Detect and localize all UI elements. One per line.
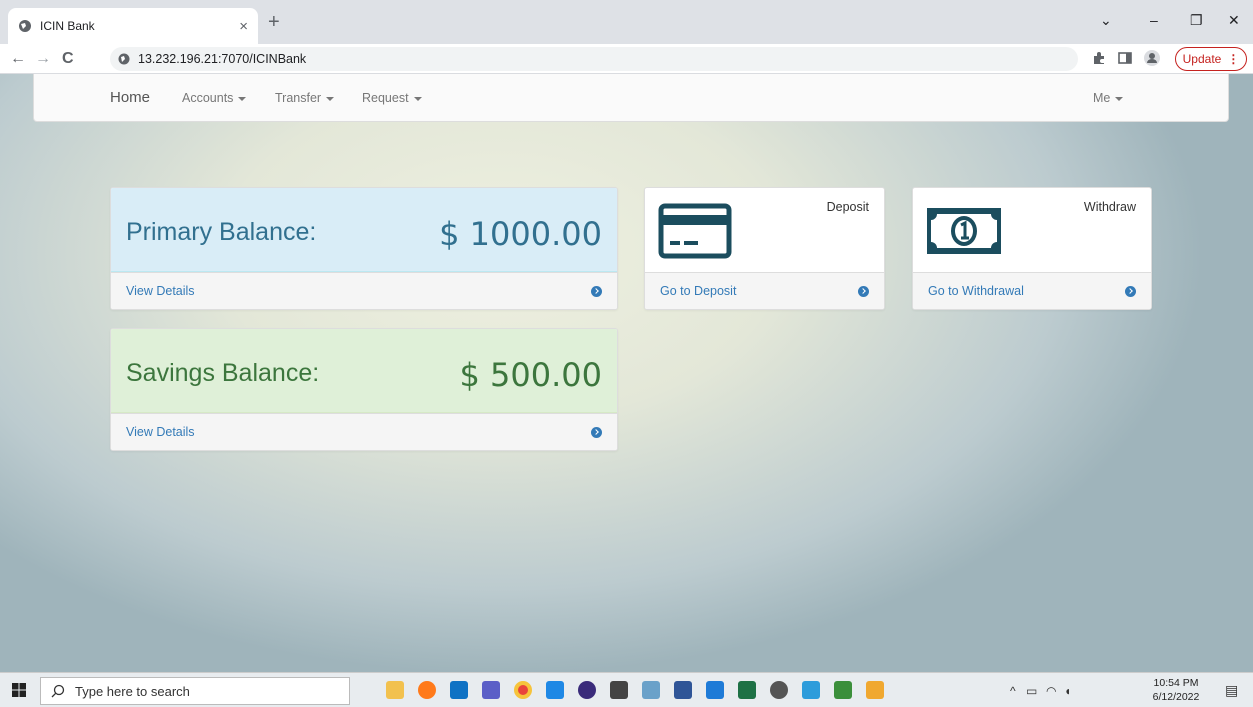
savings-balance-amount: $ 500.00	[459, 356, 603, 394]
primary-balance-panel: Primary Balance: $ 1000.00 View Details	[110, 187, 618, 310]
file-explorer-icon[interactable]	[386, 681, 404, 699]
caret-down-icon	[413, 96, 422, 101]
nav-me-label: Me	[1093, 91, 1111, 105]
settings-gear-icon[interactable]	[770, 681, 788, 699]
firefox-icon[interactable]	[418, 681, 436, 699]
teams-icon[interactable]	[482, 681, 500, 699]
battery-icon[interactable]: ▭	[1026, 684, 1037, 698]
taskbar-clock[interactable]: 10:54 PM 6/12/2022	[1150, 676, 1202, 704]
go-to-deposit-link[interactable]: Go to Deposit	[645, 272, 884, 309]
money-bill-icon	[927, 208, 1001, 254]
url-text: 13.232.196.21:7070/ICINBank	[138, 52, 307, 66]
savings-balance-header: Savings Balance: $ 500.00	[111, 329, 617, 413]
nav-request-label: Request	[362, 91, 409, 105]
minimize-button[interactable]: –	[1150, 12, 1158, 28]
side-panel-icon[interactable]	[1118, 51, 1132, 65]
deposit-header: Deposit	[645, 188, 884, 272]
tab-search-icon[interactable]: ⌄	[1100, 12, 1112, 29]
go-to-withdrawal-link[interactable]: Go to Withdrawal	[913, 272, 1151, 309]
savings-balance-panel: Savings Balance: $ 500.00 View Details	[110, 328, 618, 451]
volume-icon[interactable]: ◖	[1064, 684, 1071, 698]
reload-button[interactable]: C	[62, 50, 74, 68]
deposit-panel: Deposit Go to Deposit	[644, 187, 885, 310]
wifi-icon[interactable]: ◠	[1046, 684, 1056, 698]
taskbar-search-placeholder: Type here to search	[75, 683, 190, 699]
notification-icon[interactable]: ▤	[1225, 682, 1238, 699]
nav-accounts-dropdown[interactable]: Accounts	[182, 91, 247, 105]
app-icon[interactable]	[674, 681, 692, 699]
windows-start-icon[interactable]	[12, 683, 26, 697]
arrow-circle-right-icon	[591, 426, 602, 438]
search-icon	[51, 684, 65, 698]
caret-down-icon	[326, 96, 335, 101]
nav-transfer-dropdown[interactable]: Transfer	[275, 91, 335, 105]
browser-toolbar: ← → C 13.232.196.21:7070/ICINBank Update…	[0, 44, 1253, 74]
photos-icon[interactable]	[802, 681, 820, 699]
primary-balance-label: Primary Balance:	[126, 218, 317, 246]
close-tab-icon[interactable]: ×	[239, 18, 248, 35]
primary-view-details-label: View Details	[126, 284, 195, 298]
info-icon	[118, 53, 130, 65]
withdraw-title: Withdraw	[1083, 200, 1136, 214]
update-button[interactable]: Update ⋮	[1175, 47, 1247, 71]
excel-icon[interactable]	[738, 681, 756, 699]
close-window-button[interactable]: ✕	[1228, 12, 1240, 29]
browser-tab[interactable]: ICIN Bank ×	[8, 8, 258, 44]
outlook-icon[interactable]	[450, 681, 468, 699]
chrome-icon[interactable]	[514, 681, 532, 699]
tab-title: ICIN Bank	[40, 19, 95, 33]
windows-taskbar: Type here to search ^ ▭ ◠ ◖ 10:54 PM 6/1…	[0, 672, 1253, 707]
primary-balance-amount: $ 1000.00	[439, 215, 602, 253]
arrow-circle-right-icon	[591, 285, 602, 297]
nav-me-dropdown[interactable]: Me	[1093, 91, 1124, 105]
vscode-icon[interactable]	[546, 681, 564, 699]
java-icon[interactable]	[866, 681, 884, 699]
clock-date: 6/12/2022	[1152, 691, 1200, 703]
go-to-deposit-label: Go to Deposit	[660, 284, 737, 298]
browser-tab-strip: ICIN Bank × + ⌄ – ❐ ✕	[0, 0, 1253, 44]
nav-accounts-label: Accounts	[182, 91, 234, 105]
savings-balance-label: Savings Balance:	[126, 359, 320, 387]
app-icon[interactable]	[706, 681, 724, 699]
globe-icon	[19, 20, 31, 32]
savings-view-details-label: View Details	[126, 425, 195, 439]
withdraw-panel: Withdraw Go to Withdrawal	[912, 187, 1152, 310]
credit-card-icon	[658, 203, 732, 259]
extensions-icon[interactable]	[1092, 51, 1106, 65]
taskbar-search-input[interactable]: Type here to search	[40, 677, 350, 705]
primary-balance-header: Primary Balance: $ 1000.00	[111, 188, 617, 272]
nav-request-dropdown[interactable]: Request	[362, 91, 422, 105]
clock-time: 10:54 PM	[1153, 677, 1199, 689]
nav-home-link[interactable]: Home	[110, 89, 150, 106]
arrow-circle-right-icon	[858, 285, 869, 297]
network-app-icon[interactable]	[834, 681, 852, 699]
profile-icon[interactable]	[1144, 50, 1160, 66]
more-options-icon: ⋮	[1227, 52, 1240, 66]
maximize-button[interactable]: ❐	[1190, 12, 1203, 29]
new-tab-button[interactable]: +	[268, 12, 280, 32]
withdraw-header: Withdraw	[913, 188, 1151, 272]
url-bar[interactable]: 13.232.196.21:7070/ICINBank	[110, 47, 1078, 71]
page-viewport: Home Accounts Transfer Request Me Primar…	[0, 74, 1253, 672]
forward-button[interactable]: →	[35, 50, 51, 68]
eclipse-icon[interactable]	[578, 681, 596, 699]
chevron-up-icon[interactable]: ^	[1010, 684, 1016, 698]
terminal-icon[interactable]	[610, 681, 628, 699]
savings-view-details-link[interactable]: View Details	[111, 413, 617, 450]
caret-down-icon	[238, 96, 247, 101]
notes-icon[interactable]	[642, 681, 660, 699]
nav-transfer-label: Transfer	[275, 91, 322, 105]
primary-view-details-link[interactable]: View Details	[111, 272, 617, 309]
deposit-title: Deposit	[826, 200, 869, 214]
back-button[interactable]: ←	[10, 50, 26, 68]
caret-down-icon	[1115, 96, 1124, 101]
go-to-withdrawal-label: Go to Withdrawal	[928, 284, 1024, 298]
update-label: Update	[1182, 52, 1222, 66]
arrow-circle-right-icon	[1125, 285, 1136, 297]
top-navbar: Home Accounts Transfer Request Me	[33, 74, 1229, 122]
